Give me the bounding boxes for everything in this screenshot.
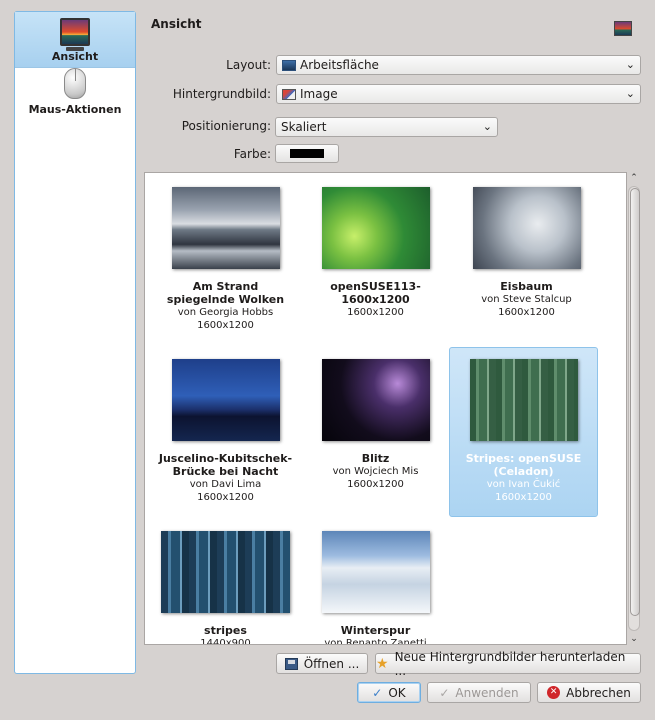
open-button[interactable]: Öffnen ... — [276, 653, 368, 674]
check-icon: ✓ — [439, 685, 450, 700]
scroll-down-icon[interactable]: ⌄ — [627, 633, 641, 645]
wallpaper-name: Am Strand spiegelnde Wolken — [166, 280, 285, 306]
wallpaper-author: von Georgia Hobbs — [177, 307, 274, 318]
desktop-icon — [282, 59, 296, 71]
star-icon: ★ — [376, 655, 389, 672]
wallpaper-tile[interactable]: Am Strand spiegelnde Wolken von Georgia … — [151, 187, 300, 332]
ok-button-label: OK — [388, 685, 406, 700]
wallpaper-tile[interactable]: openSUSE113-1600x1200 1600x1200 — [301, 187, 450, 319]
chevron-down-icon: ⌄ — [625, 58, 635, 71]
sidebar: Ansicht Maus-Aktionen — [14, 11, 136, 674]
chevron-down-icon: ⌄ — [625, 87, 635, 100]
sidebar-item-label: Ansicht — [51, 50, 99, 63]
apply-button-label: Anwenden — [455, 685, 519, 700]
wallpaper-size: 1600x1200 — [347, 479, 404, 490]
wallpaper-author: von Renanto Zanetti — [324, 638, 427, 645]
layout-select[interactable]: Arbeitsfläche ⌄ — [276, 55, 641, 75]
wallpaper-thumbnail — [321, 187, 430, 269]
layout-label: Layout: — [226, 58, 271, 72]
wallpaper-grid[interactable]: Am Strand spiegelnde Wolken von Georgia … — [144, 172, 627, 645]
grid-scrollbar[interactable]: ⌃ ⌄ — [627, 172, 641, 645]
cancel-button-label: Abbrechen — [566, 685, 631, 700]
wallpaper-name: Blitz — [361, 452, 390, 465]
wallpaper-name: openSUSE113-1600x1200 — [330, 280, 421, 306]
download-button-label: Neue Hintergrundbilder herunterladen ... — [394, 649, 626, 678]
cancel-button[interactable]: ✕ Abbrechen — [537, 682, 641, 703]
wallpaper-thumbnail — [161, 531, 290, 613]
wallpaper-tile[interactable]: Winterspur von Renanto Zanetti — [301, 531, 450, 645]
scroll-thumb[interactable] — [630, 188, 640, 616]
position-label: Positionierung: — [181, 119, 271, 133]
image-icon — [282, 88, 296, 100]
wallpaper-icon — [614, 21, 632, 36]
page-title: Ansicht — [151, 17, 202, 31]
position-select[interactable]: Skaliert ⌄ — [275, 117, 498, 137]
scroll-up-icon[interactable]: ⌃ — [627, 172, 641, 184]
wallpaper-tile[interactable]: Eisbaum von Steve Stalcup 1600x1200 — [452, 187, 601, 319]
wallpaper-author: von Davi Lima — [189, 479, 262, 490]
sidebar-item-maus-aktionen[interactable]: Maus-Aktionen — [15, 68, 135, 120]
position-value: Skaliert — [281, 120, 327, 134]
color-swatch — [290, 149, 324, 158]
ok-button[interactable]: ✓ OK — [357, 682, 421, 703]
wallpaper-name: stripes — [204, 624, 247, 637]
wallpaper-author: von Steve Stalcup — [481, 294, 572, 305]
wallpaper-tile[interactable]: Blitz von Wojciech Mis 1600x1200 — [301, 359, 450, 491]
mouse-icon — [64, 68, 86, 99]
layout-value: Arbeitsfläche — [300, 58, 379, 72]
color-button[interactable] — [275, 144, 339, 163]
chevron-down-icon: ⌄ — [482, 120, 492, 133]
cancel-icon: ✕ — [547, 686, 561, 699]
check-icon: ✓ — [372, 685, 383, 700]
wallpaper-tile-selected[interactable]: Stripes: openSUSE (Celadon) von Ivan Čuk… — [449, 347, 598, 517]
color-label: Farbe: — [233, 147, 271, 161]
wallpaper-thumbnail — [321, 531, 430, 613]
open-button-label: Öffnen ... — [303, 656, 360, 671]
wallpaper-thumbnail — [171, 359, 280, 441]
wallpaper-thumbnail — [171, 187, 280, 269]
wallpaper-author: von Wojciech Mis — [332, 466, 419, 477]
wallpaper-tile[interactable]: Juscelino-Kubitschek-Brücke bei Nacht vo… — [151, 359, 300, 504]
background-value: Image — [300, 87, 338, 101]
download-wallpapers-button[interactable]: ★ Neue Hintergrundbilder herunterladen .… — [375, 650, 641, 678]
wallpaper-thumbnail — [472, 187, 581, 269]
wallpaper-name: Winterspur — [340, 624, 411, 637]
wallpaper-size: 1600x1200 — [498, 307, 555, 318]
save-icon — [284, 657, 298, 670]
sidebar-item-label: Maus-Aktionen — [28, 103, 122, 116]
wallpaper-size: 1600x1200 — [495, 492, 552, 503]
wallpaper-size: 1600x1200 — [347, 307, 404, 318]
wallpaper-size: 1600x1200 — [197, 492, 254, 503]
background-select[interactable]: Image ⌄ — [276, 84, 641, 104]
wallpaper-name: Eisbaum — [500, 280, 553, 293]
apply-button[interactable]: ✓ Anwenden — [427, 682, 531, 703]
wallpaper-size: 1600x1200 — [197, 320, 254, 331]
scroll-track[interactable] — [628, 186, 640, 631]
background-label: Hintergrundbild: — [172, 87, 271, 101]
wallpaper-size: 1440x900 — [200, 638, 251, 645]
wallpaper-tile[interactable]: stripes 1440x900 — [146, 531, 305, 645]
wallpaper-author: von Ivan Čukić — [486, 479, 561, 490]
monitor-icon — [60, 18, 90, 51]
wallpaper-name: Juscelino-Kubitschek-Brücke bei Nacht — [158, 452, 293, 478]
sidebar-item-ansicht[interactable]: Ansicht — [15, 12, 135, 68]
wallpaper-name: Stripes: openSUSE (Celadon) — [465, 452, 582, 478]
wallpaper-thumbnail — [469, 359, 578, 441]
wallpaper-thumbnail — [321, 359, 430, 441]
